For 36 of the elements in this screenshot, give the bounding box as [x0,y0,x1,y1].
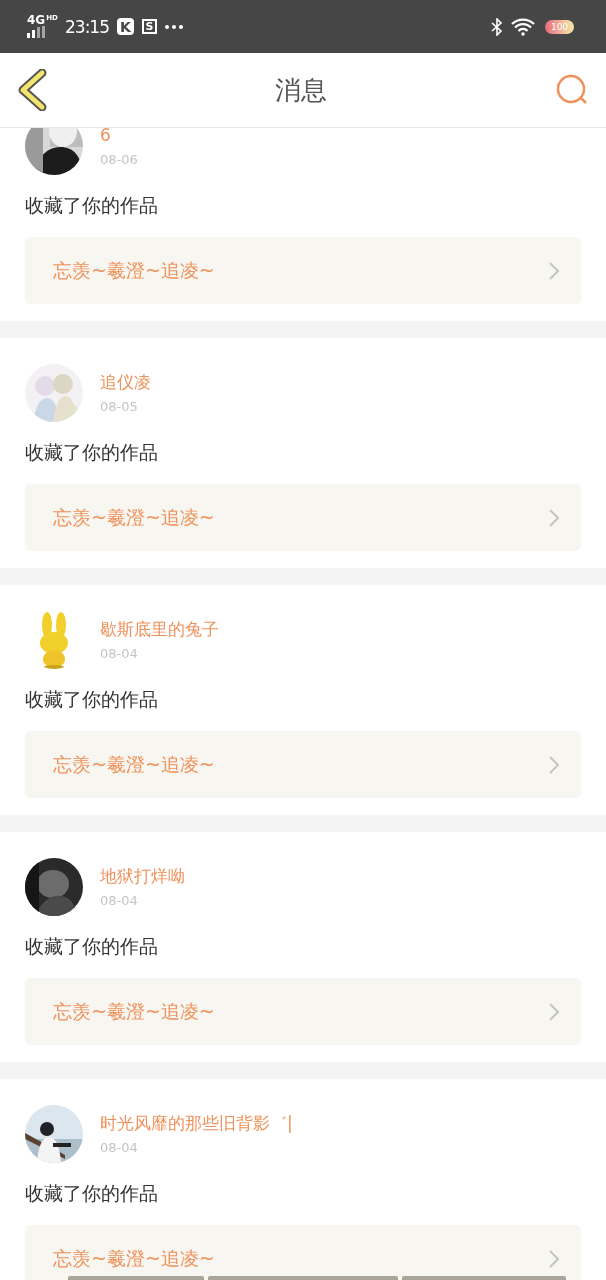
message-date: 08-04 [100,892,139,910]
message-text: 收藏了你的作品 [25,440,159,464]
user-name[interactable]: 6 [100,128,138,146]
user-name[interactable]: 追仪凌 [100,371,151,393]
message-date: 08-06 [100,151,138,169]
work-link[interactable]: 忘羡~羲澄~追凌~ [25,731,581,798]
clock: 23:15 [65,16,109,37]
wifi-icon [511,17,537,36]
back-button[interactable] [17,69,47,111]
chevron-icon [549,1249,559,1268]
user-name[interactable]: 歇斯底里的兔子 [100,618,219,640]
message-text: 收藏了你的作品 [25,687,159,711]
network-type: 4G [27,13,46,26]
app-icon: S [142,19,157,34]
chevron-icon [549,261,559,280]
work-link[interactable]: 忘羡~羲澄~追凌~ [25,484,581,551]
message-text: 收藏了你的作品 [25,193,159,217]
user-name[interactable]: 时光风靡的那些旧背影゛| [100,1112,293,1134]
chevron-icon [549,1002,559,1021]
work-link[interactable]: 忘羡~羲澄~追凌~ [25,978,581,1045]
work-link[interactable]: 忘羡~羲澄~追凌~ [25,1225,581,1280]
message-date: 08-05 [100,398,139,416]
work-link[interactable]: 忘羡~羲澄~追凌~ [25,237,581,304]
signal-icon [27,25,45,38]
app-icon: K [117,18,134,35]
battery-icon: 100 [545,19,574,34]
message-text: 收藏了你的作品 [25,1181,159,1205]
message-date: 08-04 [100,1139,139,1157]
chevron-icon [549,755,559,774]
message-text: 收藏了你的作品 [25,934,159,958]
page-title: 消息 [275,73,327,107]
bluetooth-icon [491,17,503,36]
message-date: 08-04 [100,645,139,663]
user-name[interactable]: 地狱打烊呦 [100,865,185,887]
chevron-icon [549,508,559,527]
more-icon [165,24,183,29]
